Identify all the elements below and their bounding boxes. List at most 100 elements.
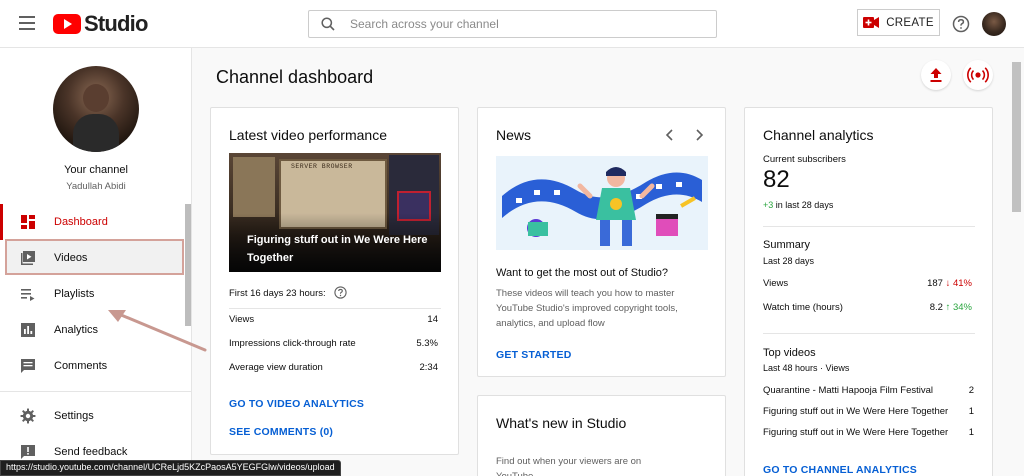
top-video-title[interactable]: Quarantine - Matti Hapooja Film Festival <box>763 385 933 396</box>
stat-value: 14 <box>427 314 438 325</box>
videos-icon <box>21 251 35 265</box>
page-scrollbar[interactable] <box>1012 62 1021 212</box>
video-thumbnail[interactable]: SERVER BROWSER Figuring stuff out in We … <box>229 153 441 272</box>
live-broadcast-icon <box>967 67 989 83</box>
divider <box>763 226 975 227</box>
sidebar-item-label: Analytics <box>54 324 99 336</box>
news-card: News Want to get the most out of Studio?… <box>477 107 726 377</box>
channel-avatar[interactable] <box>53 66 139 152</box>
stat-value: 5.3% <box>416 338 438 349</box>
sidebar-item-label: Dashboard <box>54 216 108 228</box>
youtube-play-icon <box>53 14 81 34</box>
top-videos-period: Last 48 hours · Views <box>763 363 850 373</box>
subscriber-change-value: +3 <box>763 200 774 210</box>
views-value: 187 <box>927 278 943 289</box>
gear-icon <box>20 408 36 424</box>
trend-down-icon: ↓ <box>945 278 951 289</box>
logo-text: Studio <box>84 11 148 36</box>
create-label: CREATE <box>886 16 934 29</box>
top-video-title[interactable]: Figuring stuff out in We Were Here Toget… <box>763 427 948 438</box>
sidebar-item-label: Videos <box>54 252 88 264</box>
search-input[interactable] <box>350 11 710 37</box>
sidebar-item-dashboard[interactable]: Dashboard <box>0 204 184 240</box>
card-title: What's new in Studio <box>496 415 627 431</box>
period-label: First 16 days 23 hours: <box>229 288 326 299</box>
top-video-views: 1 <box>968 427 974 438</box>
whats-new-card: What's new in Studio Find out when your … <box>477 395 726 476</box>
subscriber-change-period: in last 28 days <box>775 200 834 210</box>
sidebar-item-label: Settings <box>54 410 94 422</box>
create-button[interactable]: CREATE <box>857 9 940 36</box>
feedback-icon <box>21 445 35 459</box>
stat-value: 2:34 <box>419 362 439 373</box>
dashboard-icon <box>21 215 35 229</box>
sidebar-item-label: Playlists <box>54 288 95 300</box>
annotation-arrow <box>108 310 207 352</box>
page-title: Channel dashboard <box>216 67 374 87</box>
playlists-icon <box>21 289 35 301</box>
summary-title: Summary <box>763 239 811 251</box>
trend-up-icon: ↑ <box>945 302 951 313</box>
help-circle-icon[interactable] <box>334 286 347 299</box>
summary-period: Last 28 days <box>763 256 815 266</box>
watch-time-change: 34% <box>952 302 972 313</box>
help-icon[interactable] <box>952 15 970 33</box>
upload-button[interactable] <box>921 60 951 90</box>
thumb-caption: SERVER BROWSER <box>291 163 353 170</box>
subscribers-label: Current subscribers <box>763 154 846 165</box>
card-title: Channel analytics <box>763 127 874 143</box>
watch-time-value: 8.2 <box>929 302 943 313</box>
sidebar-item-settings[interactable]: Settings <box>0 398 184 434</box>
get-started-link[interactable]: GET STARTED <box>496 349 572 361</box>
menu-icon[interactable] <box>19 16 35 30</box>
video-title: Figuring stuff out in We Were Here Toget… <box>247 234 428 264</box>
channel-analytics-card: Channel analytics Current subscribers 82… <box>744 107 993 476</box>
news-illustration[interactable] <box>496 156 708 250</box>
next-chevron-icon[interactable] <box>693 129 705 141</box>
search-box[interactable] <box>308 10 717 38</box>
analytics-icon <box>21 323 35 337</box>
news-body: These videos will teach you how to maste… <box>496 288 678 329</box>
subscriber-change: +3 in last 28 days <box>763 200 833 210</box>
top-video-title[interactable]: Figuring stuff out in We Were Here Toget… <box>763 406 948 417</box>
search-icon <box>321 17 335 31</box>
stat-label: Impressions click-through rate <box>229 338 356 349</box>
top-videos-title: Top videos <box>763 347 816 359</box>
sidebar-item-label: Send feedback <box>54 446 128 458</box>
your-channel-label: Your channel <box>64 164 128 176</box>
news-headline: Want to get the most out of Studio? <box>496 267 669 279</box>
summary-row-label: Watch time (hours) <box>763 302 843 313</box>
stat-label: Average view duration <box>229 362 323 373</box>
latest-video-card: Latest video performance SERVER BROWSER … <box>210 107 459 455</box>
see-comments-link[interactable]: SEE COMMENTS (0) <box>229 426 333 438</box>
summary-row-label: Views <box>763 278 789 289</box>
top-video-views: 2 <box>968 385 974 396</box>
account-avatar[interactable] <box>982 12 1006 36</box>
sidebar: Your channel Yadullah Abidi Dashboard Vi… <box>0 48 207 476</box>
studio-logo[interactable]: Studio <box>53 11 148 37</box>
news-illustration-art <box>502 167 702 246</box>
comments-icon <box>21 359 35 373</box>
go-to-channel-analytics-link[interactable]: GO TO CHANNEL ANALYTICS <box>763 464 917 476</box>
whats-new-body: Find out when your viewers are on YouTub… <box>496 456 642 476</box>
thumb-left-panel <box>233 157 275 217</box>
sidebar-divider <box>0 391 191 392</box>
top-header: Studio CREATE <box>0 0 1024 48</box>
upload-icon <box>930 68 942 82</box>
stat-label: Views <box>229 314 255 325</box>
channel-name: Yadullah Abidi <box>66 181 126 192</box>
card-title: News <box>496 127 532 143</box>
prev-chevron-icon[interactable] <box>664 129 676 141</box>
sidebar-item-videos[interactable]: Videos <box>0 240 184 276</box>
top-video-views: 1 <box>968 406 974 417</box>
go-live-button[interactable] <box>963 60 993 90</box>
video-camera-icon <box>863 17 880 28</box>
views-change: 41% <box>952 278 972 289</box>
go-to-video-analytics-link[interactable]: GO TO VIDEO ANALYTICS <box>229 398 364 410</box>
summary-row-value: 187 ↓ 41% <box>927 278 972 289</box>
browser-status-url: https://studio.youtube.com/channel/UCReL… <box>0 460 341 476</box>
subscriber-count: 82 <box>763 166 790 193</box>
card-title: Latest video performance <box>229 127 387 143</box>
summary-row-value: 8.2 ↑ 34% <box>930 302 972 313</box>
divider <box>229 308 441 309</box>
